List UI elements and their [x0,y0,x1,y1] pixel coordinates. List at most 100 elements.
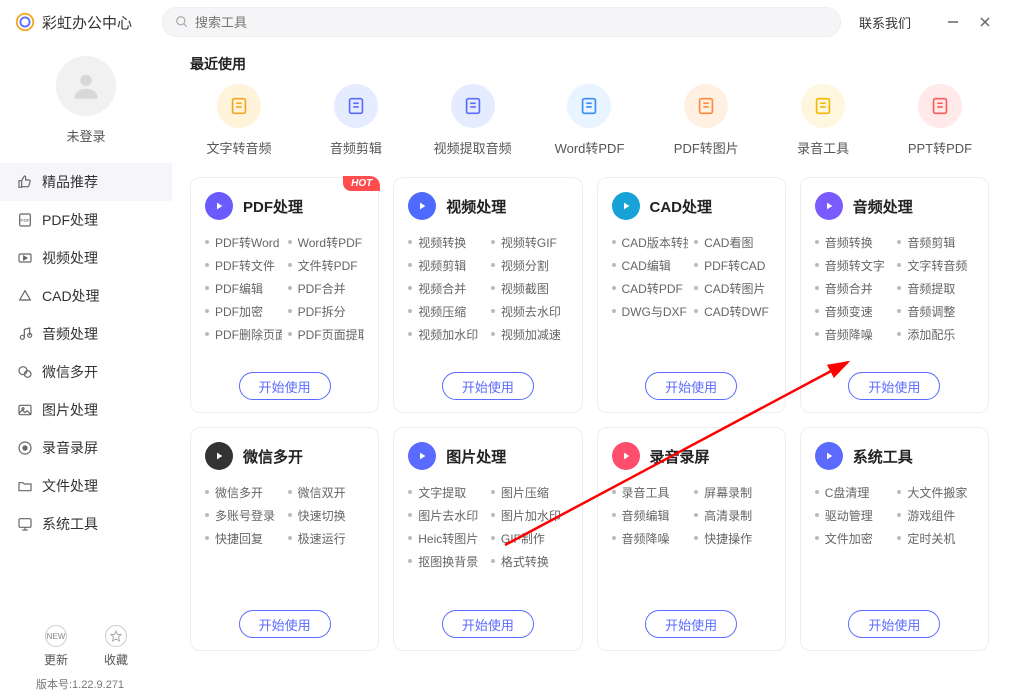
close-button[interactable] [975,12,995,32]
feature-link[interactable]: 视频转GIF [491,234,568,251]
feature-link[interactable]: 文件加密 [815,530,892,547]
feature-link[interactable]: PDF转文件 [205,257,282,274]
feature-link[interactable]: 多账号登录 [205,507,282,524]
feature-link[interactable]: 视频转换 [408,234,485,251]
recent-item[interactable]: 视频提取音频 [428,84,518,157]
feature-link[interactable]: 添加配乐 [897,326,974,343]
feature-link[interactable]: PDF编辑 [205,280,282,297]
recent-item[interactable]: Word转PDF [544,84,634,157]
feature-link[interactable]: 图片去水印 [408,507,485,524]
feature-link[interactable]: 快速切换 [288,507,365,524]
feature-link[interactable]: DWG与DXF [612,303,689,320]
sidebar-item-image[interactable]: 图片处理 [0,391,172,429]
recent-item[interactable]: 音频剪辑 [311,84,401,157]
feature-link[interactable]: 快捷操作 [694,530,771,547]
card-icon [408,442,436,470]
feature-link[interactable]: GIF制作 [491,530,568,547]
sidebar-item-system[interactable]: 系统工具 [0,505,172,543]
feature-link[interactable]: 音频剪辑 [897,234,974,251]
feature-link[interactable]: PDF删除页面 [205,326,282,343]
feature-link[interactable]: 视频截图 [491,280,568,297]
start-button[interactable]: 开始使用 [442,372,534,400]
feature-link[interactable]: C盘清理 [815,484,892,501]
start-button[interactable]: 开始使用 [239,372,331,400]
search-input[interactable] [195,15,828,30]
feature-link[interactable]: Word转PDF [288,234,365,251]
update-button[interactable]: NEW 更新 [44,625,68,668]
sidebar-item-audio[interactable]: 音频处理 [0,315,172,353]
start-button[interactable]: 开始使用 [442,610,534,638]
feature-link[interactable]: 视频合并 [408,280,485,297]
recent-item[interactable]: 文字转音频 [194,84,284,157]
feature-link[interactable]: 驱动管理 [815,507,892,524]
feature-link[interactable]: CAD转PDF [612,280,689,297]
feature-link[interactable]: CAD转DWF [694,303,771,320]
feature-link[interactable]: 音频转换 [815,234,892,251]
sidebar-item-record[interactable]: 录音录屏 [0,429,172,467]
recent-item[interactable]: PPT转PDF [895,84,985,157]
start-button[interactable]: 开始使用 [848,372,940,400]
feature-link[interactable]: CAD看图 [694,234,771,251]
feature-link[interactable]: 视频压缩 [408,303,485,320]
feature-link[interactable]: 游戏组件 [897,507,974,524]
feature-link[interactable]: PDF合并 [288,280,365,297]
sidebar-item-cad[interactable]: CAD处理 [0,277,172,315]
sidebar-item-thumb[interactable]: 精品推荐 [0,163,172,201]
sidebar-item-video[interactable]: 视频处理 [0,239,172,277]
recent-item[interactable]: 录音工具 [778,84,868,157]
search-box[interactable] [162,7,841,37]
feature-link[interactable]: PDF拆分 [288,303,365,320]
feature-link[interactable]: 音频提取 [897,280,974,297]
feature-link[interactable]: 屏幕录制 [694,484,771,501]
feature-link[interactable]: 微信多开 [205,484,282,501]
start-button[interactable]: 开始使用 [239,610,331,638]
feature-link[interactable]: CAD版本转换 [612,234,689,251]
feature-card: 微信多开微信多开微信双开多账号登录快速切换快捷回复极速运行开始使用 [190,427,379,651]
feature-link[interactable]: 音频变速 [815,303,892,320]
feature-link[interactable]: 图片加水印 [491,507,568,524]
sidebar-item-wechat[interactable]: 微信多开 [0,353,172,391]
feature-link[interactable]: 视频剪辑 [408,257,485,274]
feature-link[interactable]: 音频合并 [815,280,892,297]
sidebar-item-pdf[interactable]: PDFPDF处理 [0,201,172,239]
feature-link[interactable]: 抠图换背景 [408,553,485,570]
feature-link[interactable]: PDF转Word [205,234,282,251]
feature-link[interactable]: 文字提取 [408,484,485,501]
feature-link[interactable]: 图片压缩 [491,484,568,501]
feature-link[interactable]: 文件转PDF [288,257,365,274]
feature-link[interactable]: 音频编辑 [612,507,689,524]
feature-link[interactable]: 音频转文字 [815,257,892,274]
feature-link[interactable]: 视频去水印 [491,303,568,320]
feature-link[interactable]: 极速运行 [288,530,365,547]
feature-link[interactable]: 定时关机 [897,530,974,547]
feature-link[interactable]: 微信双开 [288,484,365,501]
feature-link[interactable]: PDF加密 [205,303,282,320]
feature-link[interactable]: PDF页面提取 [288,326,365,343]
feature-link[interactable]: PDF转CAD [694,257,771,274]
contact-link[interactable]: 联系我们 [859,13,911,32]
feature-link[interactable]: 音频调整 [897,303,974,320]
feature-link[interactable]: CAD编辑 [612,257,689,274]
feature-link[interactable]: 视频加减速 [491,326,568,343]
feature-link[interactable]: 大文件搬家 [897,484,974,501]
minimize-button[interactable] [943,12,963,32]
feature-link[interactable]: 音频降噪 [612,530,689,547]
feature-link[interactable]: 格式转换 [491,553,568,570]
feature-link[interactable]: Heic转图片 [408,530,485,547]
feature-link[interactable]: 高清录制 [694,507,771,524]
feature-link[interactable]: 音频降噪 [815,326,892,343]
feature-link[interactable]: 文字转音频 [897,257,974,274]
card-title: PDF处理 [243,196,303,217]
feature-link[interactable]: CAD转图片 [694,280,771,297]
sidebar-item-folder[interactable]: 文件处理 [0,467,172,505]
favorite-button[interactable]: 收藏 [104,625,128,668]
start-button[interactable]: 开始使用 [645,372,737,400]
feature-link[interactable]: 视频分割 [491,257,568,274]
feature-link[interactable]: 视频加水印 [408,326,485,343]
feature-link[interactable]: 录音工具 [612,484,689,501]
start-button[interactable]: 开始使用 [645,610,737,638]
feature-link[interactable]: 快捷回复 [205,530,282,547]
user-panel[interactable]: 未登录 [0,44,172,163]
start-button[interactable]: 开始使用 [848,610,940,638]
recent-item[interactable]: PDF转图片 [661,84,751,157]
